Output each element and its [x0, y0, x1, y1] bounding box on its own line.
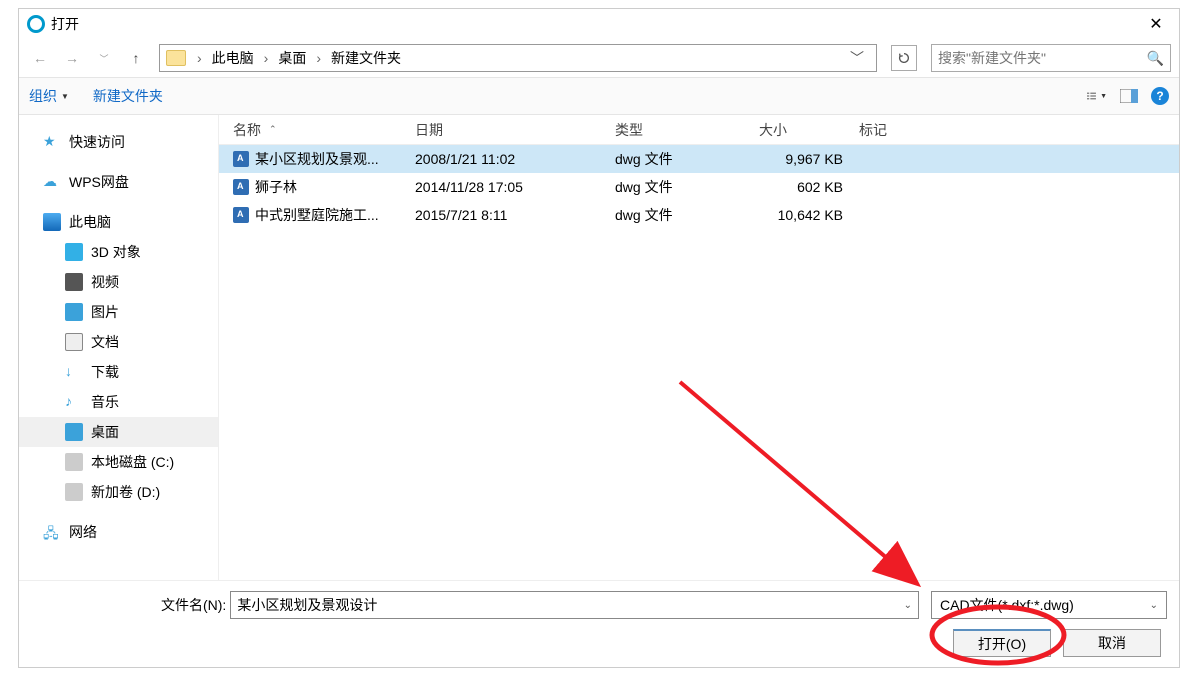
dwg-file-icon	[233, 179, 249, 195]
network-icon: 🖧	[43, 523, 61, 541]
breadcrumb-sep: ›	[194, 50, 205, 66]
search-icon[interactable]: 🔍	[1147, 50, 1164, 67]
column-headers: 名称 ⌃ 日期 类型 大小 标记	[219, 115, 1179, 145]
sidebar-network[interactable]: 🖧 网络	[19, 517, 218, 547]
refresh-button[interactable]	[891, 45, 917, 71]
sidebar-wps-cloud[interactable]: ☁ WPS网盘	[19, 167, 218, 197]
help-button[interactable]: ?	[1151, 87, 1169, 105]
sort-caret-icon: ⌃	[269, 124, 277, 135]
new-folder-button[interactable]: 新建文件夹	[93, 86, 163, 106]
titlebar: 打开 ✕	[19, 9, 1179, 39]
dialog-body: ★ 快速访问 ☁ WPS网盘 此电脑 3D 对象 视频	[19, 115, 1179, 580]
navigation-bar: ← → ﹀ ↑ › 此电脑 › 桌面 › 新建文件夹 ﹀ 🔍	[19, 39, 1179, 77]
back-button[interactable]: ←	[27, 45, 53, 71]
filename-input[interactable]: 某小区规划及景观设计 ⌄	[230, 591, 919, 619]
column-size[interactable]: 大小	[759, 120, 859, 140]
column-tag[interactable]: 标记	[859, 120, 939, 140]
document-icon	[65, 333, 83, 351]
toolbar: 组织 ▼ 新建文件夹 ▼ ?	[19, 78, 1179, 114]
window-title: 打开	[51, 14, 1141, 34]
sidebar-pictures[interactable]: 图片	[19, 297, 218, 327]
dwg-file-icon	[233, 207, 249, 223]
column-type[interactable]: 类型	[615, 120, 759, 140]
file-row[interactable]: 某小区规划及景观...2008/1/21 11:02dwg 文件9,967 KB	[219, 145, 1179, 173]
sidebar-desktop[interactable]: 桌面	[19, 417, 218, 447]
breadcrumb[interactable]: › 此电脑 › 桌面 › 新建文件夹 ﹀	[159, 44, 877, 72]
close-button[interactable]: ✕	[1141, 14, 1171, 34]
music-icon: ♪	[65, 393, 83, 411]
pc-icon	[43, 213, 61, 231]
crumb-this-pc[interactable]: 此电脑	[209, 46, 257, 70]
breadcrumb-sep: ›	[261, 50, 272, 66]
cloud-icon: ☁	[43, 173, 61, 191]
sidebar-this-pc[interactable]: 此电脑	[19, 207, 218, 237]
film-icon	[65, 273, 83, 291]
sidebar-3d-objects[interactable]: 3D 对象	[19, 237, 218, 267]
up-button[interactable]: ↑	[123, 45, 149, 71]
sidebar-drive-d[interactable]: 新加卷 (D:)	[19, 477, 218, 507]
filename-label: 文件名(N):	[31, 595, 226, 615]
download-icon: ↓	[65, 363, 83, 381]
preview-pane-button[interactable]	[1119, 87, 1139, 105]
navigation-sidebar: ★ 快速访问 ☁ WPS网盘 此电脑 3D 对象 视频	[19, 115, 219, 580]
cube-icon	[65, 243, 83, 261]
sidebar-videos[interactable]: 视频	[19, 267, 218, 297]
sidebar-documents[interactable]: 文档	[19, 327, 218, 357]
file-panel: 名称 ⌃ 日期 类型 大小 标记 某小区规划及景观...2008/1/21 11…	[219, 115, 1179, 580]
dropdown-caret-icon: ▼	[61, 92, 69, 101]
drive-icon	[65, 453, 83, 471]
open-file-dialog: 打开 ✕ ← → ﹀ ↑ › 此电脑 › 桌面 › 新建文件夹 ﹀ 🔍	[18, 8, 1180, 668]
crumb-desktop[interactable]: 桌面	[275, 46, 309, 70]
refresh-icon	[897, 51, 911, 65]
crumb-folder[interactable]: 新建文件夹	[328, 46, 404, 70]
dropdown-caret-icon: ▼	[1100, 93, 1107, 100]
column-name[interactable]: 名称 ⌃	[233, 120, 415, 140]
app-icon	[27, 15, 45, 33]
search-input[interactable]	[938, 50, 1147, 66]
folder-icon	[166, 50, 186, 66]
cancel-button[interactable]: 取消	[1063, 629, 1161, 657]
dropdown-caret-icon[interactable]: ⌄	[904, 600, 912, 611]
sidebar-music[interactable]: ♪ 音乐	[19, 387, 218, 417]
dropdown-caret-icon: ⌄	[1150, 600, 1158, 611]
star-icon: ★	[43, 133, 61, 151]
drive-icon	[65, 483, 83, 501]
organize-button[interactable]: 组织 ▼	[29, 86, 69, 106]
sidebar-drive-c[interactable]: 本地磁盘 (C:)	[19, 447, 218, 477]
file-row[interactable]: 狮子林2014/11/28 17:05dwg 文件602 KB	[219, 173, 1179, 201]
dwg-file-icon	[233, 151, 249, 167]
desktop-icon	[65, 423, 83, 441]
search-box[interactable]: 🔍	[931, 44, 1171, 72]
sidebar-quick-access[interactable]: ★ 快速访问	[19, 127, 218, 157]
file-row[interactable]: 中式别墅庭院施工...2015/7/21 8:11dwg 文件10,642 KB	[219, 201, 1179, 229]
breadcrumb-dropdown[interactable]: ﹀	[844, 48, 870, 68]
bottom-panel: 文件名(N): 某小区规划及景观设计 ⌄ CAD文件(*.dxf;*.dwg) …	[19, 580, 1179, 667]
history-dropdown[interactable]: ﹀	[91, 45, 117, 71]
view-options-button[interactable]: ▼	[1087, 87, 1107, 105]
sidebar-downloads[interactable]: ↓ 下载	[19, 357, 218, 387]
forward-button: →	[59, 45, 85, 71]
picture-icon	[65, 303, 83, 321]
filetype-dropdown[interactable]: CAD文件(*.dxf;*.dwg) ⌄	[931, 591, 1167, 619]
file-list: 某小区规划及景观...2008/1/21 11:02dwg 文件9,967 KB…	[219, 145, 1179, 580]
breadcrumb-sep: ›	[313, 50, 324, 66]
open-button[interactable]: 打开(O)	[953, 629, 1051, 657]
column-date[interactable]: 日期	[415, 120, 615, 140]
